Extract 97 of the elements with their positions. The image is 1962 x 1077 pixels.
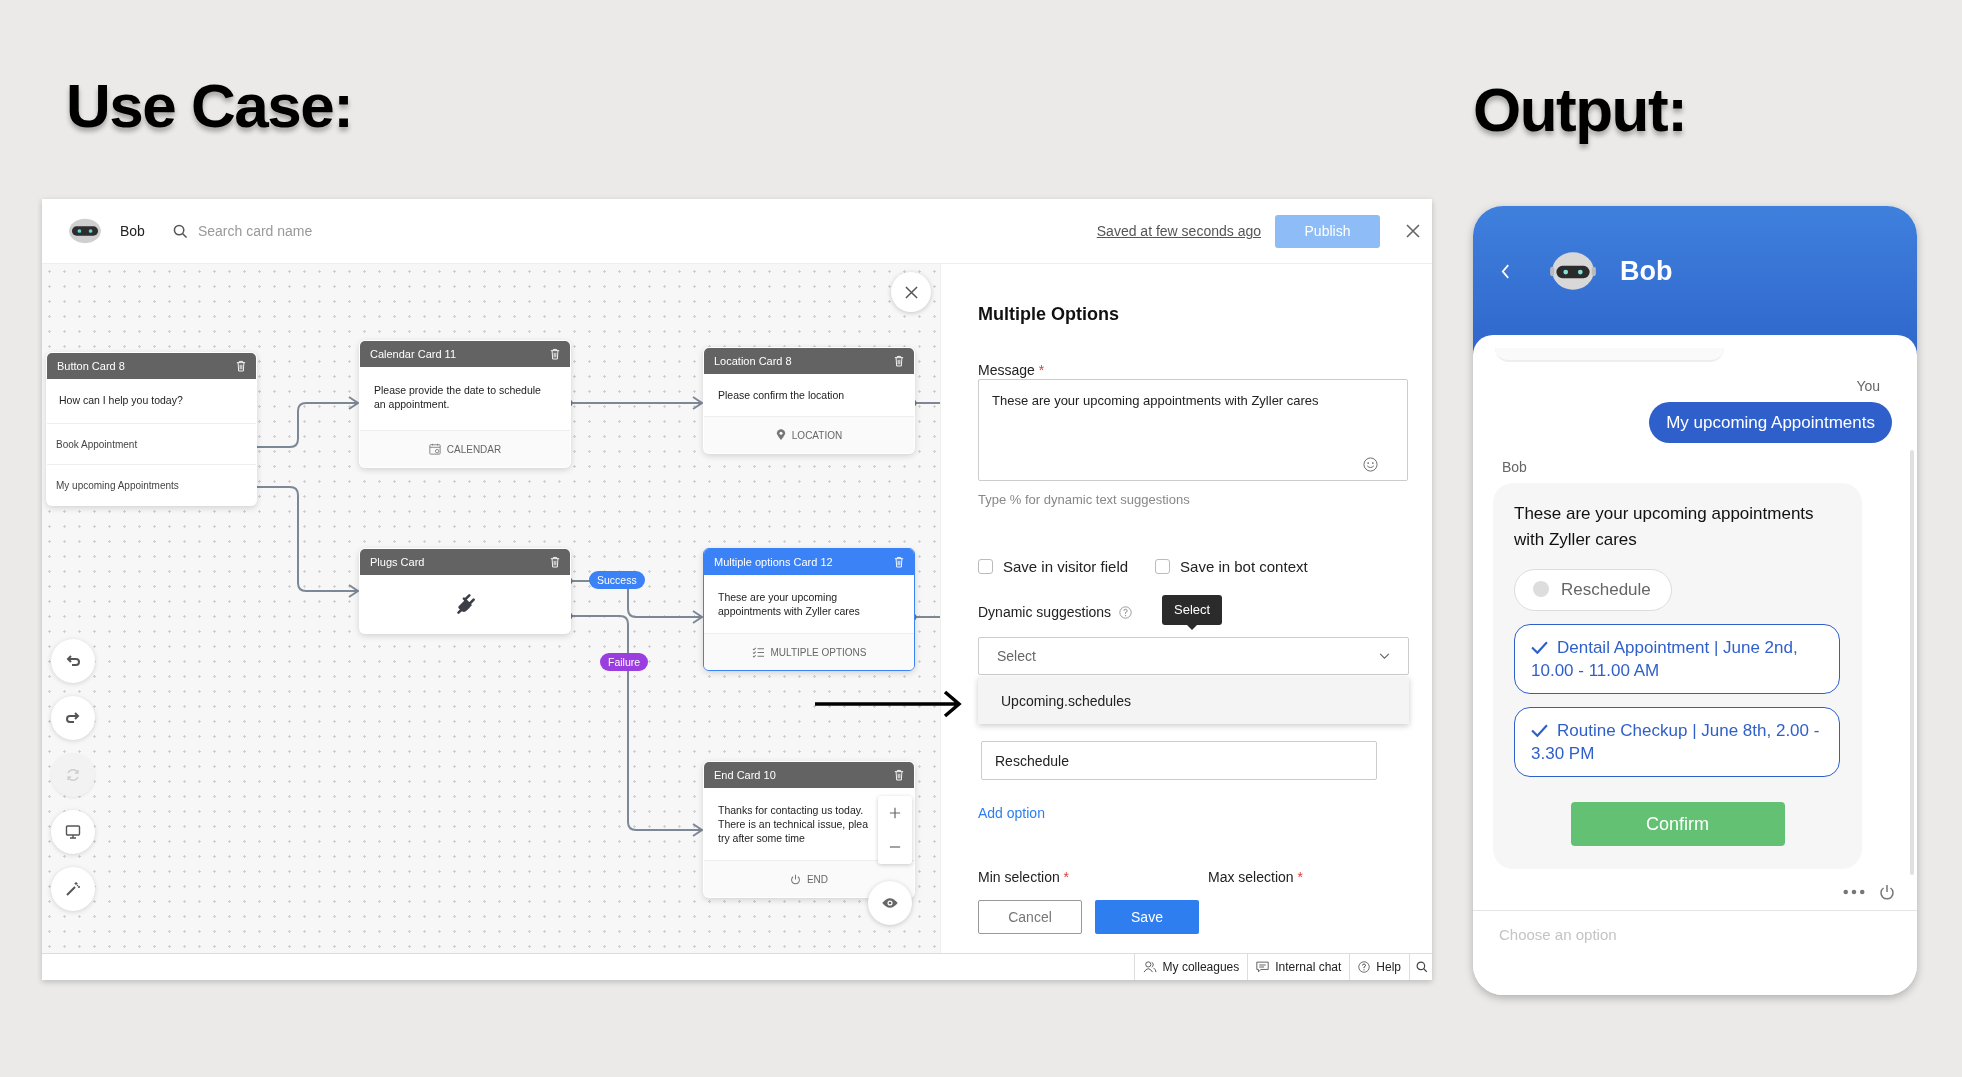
- page-heading: Output:: [1473, 76, 1688, 145]
- card-option[interactable]: My upcoming Appointments: [47, 465, 256, 505]
- location-pin-icon: [775, 429, 786, 441]
- check-icon: [1531, 641, 1548, 654]
- help-icon: [1358, 961, 1371, 973]
- field-label: Max selection *: [1208, 868, 1303, 886]
- trash-icon[interactable]: [550, 556, 560, 568]
- checklist-icon: [751, 646, 765, 658]
- field-label: Message *: [978, 361, 1046, 379]
- status-bar-label: My colleagues: [1162, 960, 1240, 974]
- preview-button[interactable]: [868, 881, 912, 925]
- page-heading: Use Case:: [66, 72, 353, 141]
- help-icon[interactable]: [1119, 605, 1133, 619]
- field-label: Min selection *: [978, 868, 1071, 886]
- save-button[interactable]: Save: [1095, 900, 1199, 934]
- card-title: Multiple options Card 12: [714, 556, 833, 568]
- card-type-label: LOCATION: [791, 429, 843, 441]
- robot-avatar-icon: [66, 217, 104, 245]
- message-field[interactable]: These are your upcoming appointments with Zyller cares: [978, 379, 1408, 481]
- bot-name: Bob: [1620, 255, 1673, 288]
- tool-button[interactable]: [51, 810, 95, 854]
- checkbox[interactable]: [1155, 558, 1171, 574]
- emoji-icon[interactable]: [1363, 457, 1378, 472]
- trash-icon[interactable]: [894, 355, 904, 367]
- more-icon[interactable]: [1843, 889, 1865, 895]
- undo-icon: [65, 653, 81, 669]
- dropdown-option[interactable]: Upcoming.schedules: [978, 677, 1409, 724]
- tool-button[interactable]: [51, 639, 95, 683]
- redo-icon: [65, 710, 81, 726]
- trash-icon[interactable]: [550, 348, 560, 360]
- flow-card[interactable]: Button Card 8 How can I help you today? Book Appointment My upcoming Appointments: [46, 352, 257, 506]
- panel-title: Multiple Options: [978, 303, 1120, 326]
- tooltip-pointer-icon: [1187, 625, 1198, 630]
- sender-label: Bob: [1502, 459, 1528, 475]
- card-option[interactable]: Book Appointment: [47, 424, 256, 465]
- trash-icon[interactable]: [236, 360, 246, 372]
- hint-text: Type % for dynamic text suggestions: [978, 491, 1191, 509]
- saved-status-link[interactable]: Saved at few seconds ago: [1096, 223, 1261, 239]
- close-icon[interactable]: [1406, 224, 1420, 238]
- back-icon[interactable]: [1501, 264, 1510, 279]
- trash-icon[interactable]: [894, 556, 904, 568]
- cancel-button[interactable]: Cancel: [978, 900, 1082, 934]
- check-icon: [1531, 724, 1548, 737]
- edge-label: Failure: [600, 653, 649, 671]
- option-button[interactable]: Routine Checkup | June 8th, 2.00 - 3.30 PM: [1514, 707, 1840, 777]
- add-option-link[interactable]: Add option: [978, 805, 1045, 821]
- status-bar-item[interactable]: Help: [1349, 954, 1409, 980]
- card-title: Plugs Card: [370, 556, 425, 568]
- chevron-icon: [1379, 652, 1390, 660]
- calendar-icon: [428, 443, 441, 455]
- zoom-in-icon[interactable]: [889, 807, 901, 819]
- bot-name: Bob: [120, 223, 145, 239]
- status-bar-label: Internal chat: [1275, 960, 1342, 974]
- card-title: Location Card 8: [714, 355, 792, 367]
- suggestion-select[interactable]: Select: [978, 637, 1409, 675]
- flow-card[interactable]: Multiple options Card 12 These are your upcoming appointments with Zyller cares MULTIPLE OPTIONS: [703, 548, 915, 671]
- people-icon: [1142, 961, 1157, 973]
- search-icon[interactable]: [1416, 961, 1428, 973]
- checkbox[interactable]: [978, 558, 993, 574]
- close-button[interactable]: [891, 272, 931, 312]
- flow-card[interactable]: Plugs Card: [359, 548, 571, 634]
- tooltip: Select: [1162, 595, 1223, 630]
- search-icon: [172, 223, 188, 239]
- card-title: Calendar Card 11: [370, 348, 456, 360]
- sender-label: You: [1855, 378, 1881, 394]
- checkbox-label: Save in bot context: [1180, 557, 1308, 575]
- refresh-icon: [65, 767, 81, 783]
- option-button[interactable]: Reschedule: [1514, 569, 1672, 611]
- flow-card[interactable]: Calendar Card 11 Please provide the date to schedule an appointment. CALENDAR: [359, 340, 571, 468]
- flow-card[interactable]: End Card 10 Thanks for contacting us today. There is an technical issue, plea try after some time END: [703, 761, 915, 898]
- status-bar-label: Help: [1376, 960, 1401, 974]
- user-message: My upcoming Appointments: [1649, 402, 1892, 443]
- status-bar-item[interactable]: Internal chat: [1247, 954, 1350, 980]
- checkbox-label: Save in visitor field: [1003, 557, 1129, 575]
- magic-wand-icon: [65, 881, 81, 897]
- power-icon[interactable]: [1879, 884, 1895, 900]
- flow-card[interactable]: Location Card 8 Please confirm the location LOCATION: [703, 347, 915, 454]
- card-type-label: MULTIPLE OPTIONS: [770, 646, 867, 658]
- close-icon: [904, 285, 918, 299]
- card-type-label: END: [806, 873, 829, 885]
- eye-icon: [881, 897, 899, 909]
- item-name-field[interactable]: Reschedule: [981, 741, 1377, 780]
- card-message: How can I help you today?: [47, 379, 256, 424]
- radio-icon: [1533, 581, 1549, 597]
- field-label: Dynamic suggestions: [978, 603, 1112, 621]
- card-title: End Card 10: [714, 769, 776, 781]
- card-title: Button Card 8: [57, 360, 125, 372]
- bot-message: These are your upcoming appointments with Zyller cares: [1514, 503, 1815, 551]
- option-button[interactable]: Dentail Appointment | June 2nd, 10.00 - 11.00 AM: [1514, 624, 1840, 694]
- card-type-label: CALENDAR: [446, 443, 502, 455]
- status-bar-item[interactable]: My colleagues: [1133, 954, 1248, 980]
- tool-button[interactable]: [51, 696, 95, 740]
- edge-label: Success: [589, 571, 645, 589]
- monitor-icon: [65, 824, 81, 840]
- power-icon: [789, 873, 801, 885]
- trash-icon[interactable]: [894, 769, 904, 781]
- chat-icon: [1256, 961, 1270, 973]
